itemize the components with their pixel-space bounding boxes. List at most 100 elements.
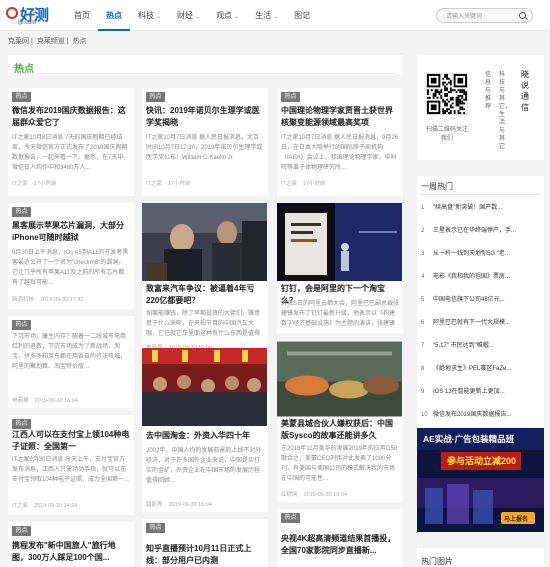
weekly-hot-link[interactable]: 三星表示已在华终端停产，手...: [433, 228, 516, 234]
article-photo[interactable]: [277, 203, 402, 281]
article-meta: IT之家 2019-09-30 14:24: [12, 503, 78, 509]
nav-item[interactable]: 首页: [66, 0, 98, 31]
article-card[interactable]: 热点 江西人可以在支付宝上领104种电子证照：全国第一 IT之家9月30日消息 …: [8, 415, 134, 515]
hot-tag: 热点: [12, 207, 31, 217]
article-meta: 新浪科技 2019-09-30 17:42: [12, 297, 84, 303]
search-icon[interactable]: [519, 12, 526, 19]
weekly-hot-link[interactable]: 阿里巴巴就有下一代大规模...: [433, 320, 510, 326]
article-title[interactable]: 黑客展示苹果芯片漏洞，大部分iPhone可随时越狱: [12, 220, 130, 244]
nav-item[interactable]: 热点: [98, 0, 130, 31]
chevron-down-icon: ⌄: [273, 14, 279, 20]
article-title[interactable]: 致富来汽车争议：被逼着4年亏220亿都要吧？: [146, 283, 264, 307]
article-title[interactable]: 江西人可以在支付宝上领104种电子证照：全国第一: [12, 429, 130, 453]
hot-pictures-title: 热门图片: [421, 557, 453, 566]
logo-ring-icon: [6, 7, 18, 19]
weekly-hot-item[interactable]: 7 "5.17" 市民达到"帷幄...: [421, 340, 541, 349]
article-title[interactable]: 美蒙县城合伙人嫌权获后：中国版Sysco的故事还能讲多久: [281, 418, 399, 442]
article-card[interactable]: 去中国淘金：外资入华四十年 2002年，中国人均的发展前景的上线不对外经济，对于…: [142, 348, 268, 512]
weekly-hot-item[interactable]: 8 《绝地求生》PEL赛区FaZe...: [421, 363, 541, 372]
hot-pictures-box: 热门图片: [417, 548, 544, 567]
article-card[interactable]: 热点 携程发布"新中国旅人"旅行地图，300万人踩足100个国...: [8, 522, 134, 567]
svg-text:参与活动立减200: 参与活动立减200: [447, 455, 516, 466]
article-card[interactable]: 热点 美蒙县城合伙人嫌权获后：中国版Sysco的故事还能讲多久 在2018年11…: [277, 340, 403, 502]
nav-item[interactable]: 财经 ⌄: [169, 0, 208, 31]
article-card[interactable]: 致富来汽车争议：被逼着4年亏220亿都要吧？ 如果能赚钱，除了早期投资的大佬们，…: [142, 203, 268, 353]
rank-number: 3: [421, 251, 425, 257]
weekly-hot-item[interactable]: 2 三星表示已在华终端停产，手...: [421, 225, 541, 234]
weekly-hot-item[interactable]: 1 "续高盘"新突破！国产数...: [421, 202, 541, 211]
weekly-hot-link[interactable]: "5.17" 市民达到"帷幄...: [433, 343, 494, 349]
hot-tag: 热点: [12, 92, 31, 102]
weekly-hot-item[interactable]: 5 中国电信旗下公司48亿元...: [421, 294, 541, 303]
qr-vertical-title: 晓说通信: [521, 70, 529, 112]
weekly-hot-link[interactable]: 微信发布2019国庆数据报告...: [433, 412, 511, 418]
chevron-down-icon: ⌄: [234, 14, 240, 20]
article-card[interactable]: 热点 中国理论物理学家贾晋土获世界核聚变能源领域最高奖项 IT之家10月7日消息…: [277, 88, 403, 196]
article-photo[interactable]: [277, 340, 402, 418]
weekly-hot-link[interactable]: 从一杆一线到天地你5G "老...: [433, 251, 510, 257]
weekly-hot-item[interactable]: 3 从一杆一线到天地你5G "老...: [421, 248, 541, 257]
rank-number: 10: [421, 412, 428, 418]
weekly-hot-link[interactable]: 《绝地求生》PEL赛区FaZe...: [433, 366, 511, 372]
ad-banner-image[interactable]: AE实战·广告包装精品班 参与活动立减200 马上报名: [417, 428, 544, 532]
rank-number: 2: [421, 228, 425, 234]
breadcrumb-home[interactable]: 克莱网: [8, 38, 29, 45]
nav-item[interactable]: 图记: [286, 0, 318, 31]
weekly-hot-item[interactable]: 9 IOS 13在智能更新上更加...: [421, 386, 541, 395]
chevron-down-icon: ⌄: [156, 14, 162, 20]
section-header: 热点: [8, 55, 403, 75]
hot-tag: 热点: [12, 320, 31, 330]
article-title[interactable]: 去中国淘金：外资入华四十年: [146, 430, 264, 442]
article-card[interactable]: 钉钉，会是阿里的下一个淘宝么？ 9月25日的阿里云栖大会，阿里巴巴副总裁张建锋发…: [277, 203, 403, 333]
svg-text:马上报名: 马上报名: [504, 515, 528, 523]
article-meta: 电商报2019-09-30 16:04: [12, 398, 78, 404]
article-card[interactable]: 热点 知乎直播预计10月11日正式上线：部分用户已内测: [142, 519, 268, 567]
breadcrumb-channel[interactable]: 克莱频道: [37, 38, 65, 45]
article-card[interactable]: 热点 黑客展示苹果芯片漏洞，大部分iPhone可随时越狱 9月30日上午消息，I…: [8, 203, 134, 309]
search-box[interactable]: 请输入关键词: [436, 8, 533, 23]
search-input[interactable]: 请输入关键词: [446, 11, 482, 20]
nav-item[interactable]: 生活 ⌄: [247, 0, 286, 31]
hot-tag: 热点: [12, 419, 31, 429]
article-title[interactable]: 微信发布2019国庆数据报告：这届群众爱它了: [12, 105, 130, 129]
article-summary: 如果能赚钱，除了早期投资的大佬们，赚意意于什么来呢，在央视节目的中国汽车大咖，它…: [146, 311, 261, 337]
hot-tag: 热点: [146, 92, 165, 102]
article-photo[interactable]: [142, 348, 267, 426]
weekly-hot-item[interactable]: 10 微信发布2019国庆数据报告...: [421, 409, 541, 418]
site-logo[interactable]: 好测 ijii.com: [6, 4, 56, 28]
weekly-hot-divider: [421, 194, 540, 195]
article-card[interactable]: 热点 下沉市场：康主内存？随着一二线城市电商红利的退散，下沉市场成为了新战场，淘…: [8, 316, 134, 408]
qr-caption: 扫描二维码关注我们: [425, 127, 468, 142]
weekly-hot-link[interactable]: IOS 13在智能更新上更加...: [433, 389, 505, 395]
weekly-hot-item[interactable]: 4 电影《我和我的祖国》票房...: [421, 271, 541, 280]
article-title[interactable]: 知乎直播预计10月11日正式上线：部分用户已内测: [146, 543, 264, 567]
weekly-hot-link[interactable]: "续高盘"新突破！国产数...: [433, 205, 502, 211]
nav-item-label: 财经: [177, 11, 194, 20]
rank-number: 7: [421, 343, 425, 349]
weekly-hot-title: 一周热门: [421, 182, 453, 191]
article-title[interactable]: 快讯：2019年诺贝尔生理学或医学奖揭晓: [146, 105, 264, 129]
nav-item[interactable]: 观点 ⌄: [208, 0, 247, 31]
article-title[interactable]: 央视4K超高清频道结果首播投，全国70家影院同步直播新...: [281, 533, 399, 557]
article-summary: 下沉市场：康主内存？随着一二线城市电商红利的退散，下沉市场成为了新战场，淘宝、拼…: [12, 334, 127, 370]
article-summary: IT之家10月7日消息 据人民日报消息，9月26日，在日本大阪举行的国际原子能机…: [281, 135, 399, 171]
article-title[interactable]: 携程发布"新中国旅人"旅行地图，300万人踩足100个国...: [12, 540, 130, 564]
article-meta: IT之家 17小时前: [281, 181, 326, 187]
qr-follow-box: 扫描二维码关注我们 信息与推荐 科技与其它，生活与其它 晓说通信: [417, 55, 544, 160]
hot-tag: 热点: [281, 513, 300, 523]
article-photo[interactable]: [142, 203, 267, 281]
nav-item-label: 生活: [255, 11, 272, 20]
article-card[interactable]: 热点 快讯：2019年诺贝尔生理学或医学奖揭晓 IT之家10月7日消息 据人民日…: [142, 88, 268, 196]
article-meta: IT之家 17小时前: [146, 181, 191, 187]
rank-number: 5: [421, 297, 425, 303]
weekly-hot-item[interactable]: 6 阿里巴巴就有下一代大规模...: [421, 317, 541, 326]
weekly-hot-link[interactable]: 电影《我和我的祖国》票房...: [433, 274, 510, 280]
nav-item-label: 图记: [294, 11, 311, 20]
weekly-hot-link[interactable]: 中国电信旗下公司48亿元...: [433, 297, 505, 303]
ad-banner[interactable]: AE实战·广告包装精品班 参与活动立减200 马上报名: [417, 428, 544, 532]
article-card[interactable]: 热点 微信发布2019国庆数据报告：这届群众爱它了 IT之家10月8日消息 7天…: [8, 88, 134, 196]
article-meta: 红财网 2019-09-30 16:04: [281, 492, 347, 498]
article-title[interactable]: 中国理论物理学家贾晋土获世界核聚变能源领域最高奖项: [281, 105, 399, 129]
nav-item[interactable]: 科技 ⌄: [130, 0, 169, 31]
article-card[interactable]: 热点 央视4K超高清频道结果首播投，全国70家影院同步直播新...: [277, 509, 403, 567]
